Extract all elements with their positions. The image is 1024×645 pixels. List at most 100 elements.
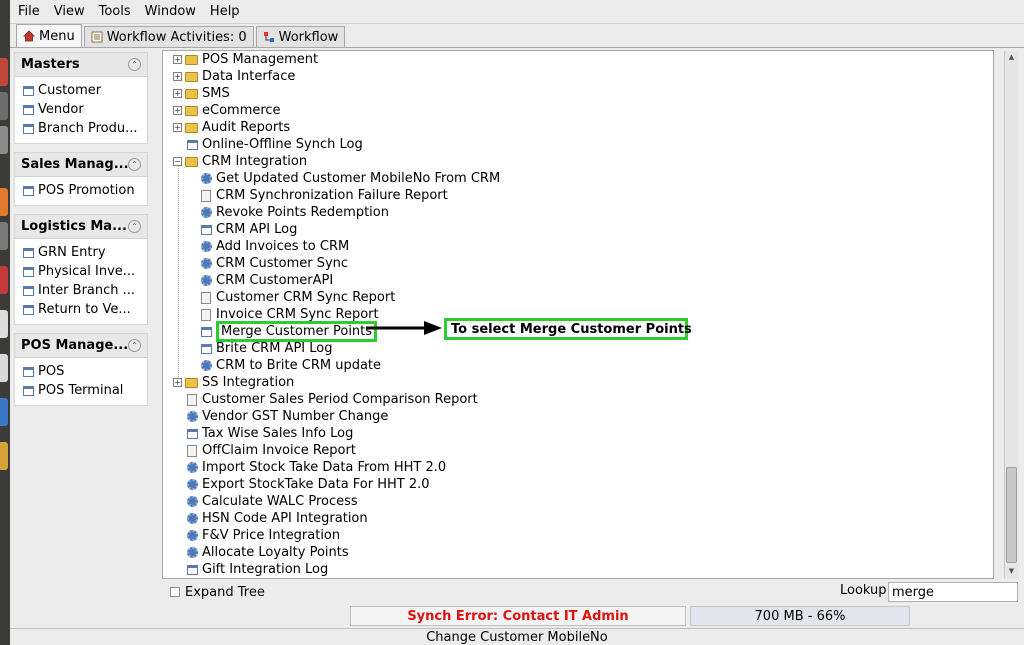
collapse-icon[interactable]: ⌃ xyxy=(128,220,141,233)
tree-item-online-offline-synch-log[interactable]: Online-Offline Synch Log xyxy=(187,136,363,153)
status-message: Change Customer MobileNo xyxy=(426,629,608,645)
collapse-icon[interactable]: ⌃ xyxy=(128,58,141,71)
scrollbar-thumb[interactable] xyxy=(1006,467,1017,563)
tree-item-tax-wise-sales-info-log[interactable]: Tax Wise Sales Info Log xyxy=(187,425,353,442)
report-icon xyxy=(201,308,211,321)
expand-tree-label: Expand Tree xyxy=(185,584,265,600)
tree-scrollbar[interactable]: ▲ ▼ xyxy=(1004,51,1018,578)
expand-node-icon[interactable]: + xyxy=(173,123,182,132)
launcher-app-icon[interactable] xyxy=(0,188,8,216)
launcher-bar xyxy=(0,0,10,645)
tree-item-ecommerce[interactable]: + eCommerce xyxy=(173,102,281,119)
tree-item-crm-customerapi[interactable]: CRM CustomerAPI xyxy=(201,272,333,289)
sidebar-item-pos[interactable]: POS xyxy=(23,362,147,381)
process-icon xyxy=(201,258,212,269)
menu-tools[interactable]: Tools xyxy=(99,4,131,19)
launcher-app-icon[interactable] xyxy=(0,92,8,120)
tree-item-vendor-gst-number-change[interactable]: Vendor GST Number Change xyxy=(187,408,388,425)
tree-item-allocate-loyalty-points[interactable]: Allocate Loyalty Points xyxy=(187,544,349,561)
folder-icon xyxy=(185,377,198,388)
memory-indicator[interactable]: 700 MB - 66% xyxy=(690,606,910,626)
group-header[interactable]: Logistics Ma... ⌃ xyxy=(15,215,147,239)
window-icon xyxy=(187,564,198,575)
group-header[interactable]: POS Manage... ⌃ xyxy=(15,334,147,358)
menu-file[interactable]: File xyxy=(18,4,40,19)
tree-item-import-stock-take-data-from-hht-2-0[interactable]: Import Stock Take Data From HHT 2.0 xyxy=(187,459,446,476)
tree-item-crm-customer-sync[interactable]: CRM Customer Sync xyxy=(201,255,348,272)
launcher-app-icon[interactable] xyxy=(0,222,8,250)
tree-item-audit-reports[interactable]: + Audit Reports xyxy=(173,119,290,136)
tree-item-merge-customer-points[interactable]: Merge Customer Points xyxy=(201,321,378,342)
tree-item-calculate-walc-process[interactable]: Calculate WALC Process xyxy=(187,493,358,510)
tree-item-brite-crm-api-log[interactable]: Brite CRM API Log xyxy=(201,340,332,357)
tree-item-ss-integration[interactable]: + SS Integration xyxy=(173,374,294,391)
collapse-node-icon[interactable]: − xyxy=(173,157,182,166)
sidebar-item-branch-product[interactable]: Branch Produ... xyxy=(23,119,147,138)
launcher-app-icon[interactable] xyxy=(0,58,8,86)
expand-node-icon[interactable]: + xyxy=(173,72,182,81)
tab-workflow[interactable]: Workflow xyxy=(255,26,346,47)
expand-node-icon[interactable]: + xyxy=(173,55,182,64)
tree-item-offclaim-invoice-report[interactable]: OffClaim Invoice Report xyxy=(187,442,356,459)
tree-item-label: Revoke Points Redemption xyxy=(216,205,389,220)
tree-item-customer-crm-sync-report[interactable]: Customer CRM Sync Report xyxy=(201,289,395,306)
tree-item-label: Allocate Loyalty Points xyxy=(202,545,349,560)
tree-item-label: HSN Code API Integration xyxy=(202,511,368,526)
menu-view[interactable]: View xyxy=(54,4,85,19)
menu-help[interactable]: Help xyxy=(210,4,240,19)
sidebar-item-label: GRN Entry xyxy=(38,245,106,260)
tree-item-customer-sales-period-comparison-report[interactable]: Customer Sales Period Comparison Report xyxy=(187,391,478,408)
synch-error-status[interactable]: Synch Error: Contact IT Admin xyxy=(350,606,686,626)
tree-item-get-updated-customer-mobileno-from-crm[interactable]: Get Updated Customer MobileNo From CRM xyxy=(201,170,500,187)
collapse-icon[interactable]: ⌃ xyxy=(128,158,141,171)
tab-menu[interactable]: Menu xyxy=(16,24,82,47)
sidebar-item-pos-promotion[interactable]: POS Promotion xyxy=(23,181,147,200)
expand-node-icon[interactable]: + xyxy=(173,106,182,115)
group-title: Masters xyxy=(21,57,80,72)
sidebar-item-grn-entry[interactable]: GRN Entry xyxy=(23,243,147,262)
launcher-app-icon[interactable] xyxy=(0,266,8,294)
group-header[interactable]: Sales Manag... ⌃ xyxy=(15,153,147,177)
tree-item-pos-management[interactable]: + POS Management xyxy=(173,51,318,68)
process-icon xyxy=(201,173,212,184)
tree-item-label: Get Updated Customer MobileNo From CRM xyxy=(216,171,501,186)
launcher-app-icon[interactable] xyxy=(0,126,8,154)
annotation-arrow-icon xyxy=(366,321,442,335)
tree-item-revoke-points-redemption[interactable]: Revoke Points Redemption xyxy=(201,204,389,221)
tree-item-crm-integration[interactable]: − CRM Integration xyxy=(173,153,307,170)
launcher-app-icon[interactable] xyxy=(0,442,8,470)
sidebar-item-pos-terminal[interactable]: POS Terminal xyxy=(23,381,147,400)
tree-item-label: Data Interface xyxy=(202,69,296,84)
tree-item-export-stocktake-data-for-hht-2-0[interactable]: Export StockTake Data For HHT 2.0 xyxy=(187,476,430,493)
lookup-input[interactable] xyxy=(888,582,1018,602)
tree-item-gift-integration-log[interactable]: Gift Integration Log xyxy=(187,561,328,578)
tree-item-label: Add Invoices to CRM xyxy=(216,239,350,254)
tree-item-crm-to-brite-crm-update[interactable]: CRM to Brite CRM update xyxy=(201,357,381,374)
sidebar-item-physical-inventory[interactable]: Physical Inve... xyxy=(23,262,147,281)
menu-window[interactable]: Window xyxy=(145,4,196,19)
tree-item-add-invoices-to-crm[interactable]: Add Invoices to CRM xyxy=(201,238,349,255)
scroll-down-icon[interactable]: ▼ xyxy=(1007,567,1016,575)
tree-item-crm-synchronization-failure-report[interactable]: CRM Synchronization Failure Report xyxy=(201,187,448,204)
sidebar-item-vendor[interactable]: Vendor xyxy=(23,100,147,119)
tab-workflow-activities[interactable]: Workflow Activities: 0 xyxy=(83,26,254,47)
sidebar-item-customer[interactable]: Customer xyxy=(23,81,147,100)
launcher-app-icon[interactable] xyxy=(0,354,8,382)
sidebar-item-return-to-vendor[interactable]: Return to Ve... xyxy=(23,300,147,319)
group-header[interactable]: Masters ⌃ xyxy=(15,53,147,77)
sidebar-item-inter-branch[interactable]: Inter Branch ... xyxy=(23,281,147,300)
scroll-up-icon[interactable]: ▲ xyxy=(1007,53,1016,61)
tree-item-f-v-price-integration[interactable]: F&V Price Integration xyxy=(187,527,340,544)
launcher-app-icon[interactable] xyxy=(0,398,8,426)
group-pos-management: POS Manage... ⌃ POS POS Terminal xyxy=(14,333,148,406)
tree-item-data-interface[interactable]: + Data Interface xyxy=(173,68,295,85)
launcher-app-icon[interactable] xyxy=(0,310,8,338)
expand-node-icon[interactable]: + xyxy=(173,378,182,387)
tree-item-sms[interactable]: + SMS xyxy=(173,85,230,102)
expand-node-icon[interactable]: + xyxy=(173,89,182,98)
tree-item-crm-api-log[interactable]: CRM API Log xyxy=(201,221,297,238)
expand-tree-checkbox[interactable] xyxy=(170,587,180,597)
tree-item-hsn-code-api-integration[interactable]: HSN Code API Integration xyxy=(187,510,368,527)
collapse-icon[interactable]: ⌃ xyxy=(128,339,141,352)
window-icon xyxy=(23,247,34,258)
